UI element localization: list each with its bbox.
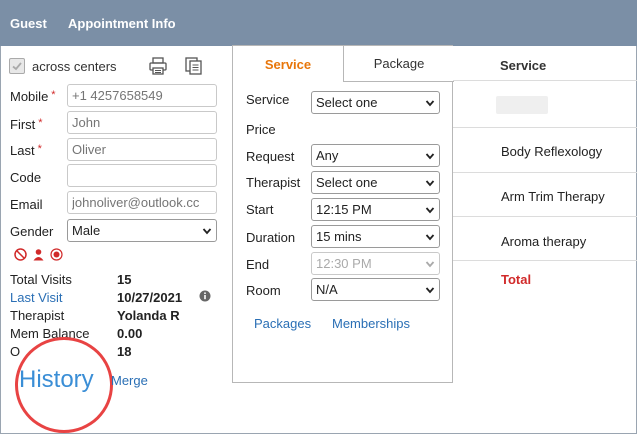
chevron-down-icon bbox=[425, 179, 435, 186]
total-visits-value: 15 bbox=[117, 272, 132, 287]
blurred-placeholder bbox=[496, 96, 548, 114]
other-label: O bbox=[10, 344, 21, 359]
service-select[interactable]: Select one bbox=[311, 91, 440, 114]
email-field[interactable] bbox=[67, 191, 217, 214]
total-visits-label: Total Visits bbox=[10, 272, 72, 287]
chevron-down-icon bbox=[425, 233, 435, 240]
mobile-label: Mobile * bbox=[10, 89, 56, 104]
email-label: Email bbox=[10, 197, 43, 212]
start-label: Start bbox=[246, 202, 274, 217]
divider bbox=[453, 216, 637, 217]
services-column-header: Service bbox=[500, 58, 547, 73]
tab-service[interactable]: Service bbox=[233, 46, 343, 82]
last-visit-link[interactable]: Last Visit bbox=[10, 290, 63, 305]
copy-icon[interactable] bbox=[184, 56, 204, 76]
gender-value: Male bbox=[72, 223, 101, 238]
divider bbox=[453, 172, 637, 173]
duration-select[interactable]: 15 mins bbox=[311, 225, 440, 248]
across-centers-option[interactable]: across centers bbox=[9, 58, 117, 74]
service-row[interactable]: Arm Trim Therapy bbox=[501, 189, 605, 204]
tab-package[interactable]: Package bbox=[343, 46, 454, 82]
last-visit-value: 10/27/2021 bbox=[117, 290, 183, 305]
chevron-down-icon bbox=[425, 206, 435, 213]
divider bbox=[453, 127, 637, 128]
request-select-value: Any bbox=[316, 148, 339, 163]
merge-link[interactable]: Merge bbox=[111, 373, 148, 388]
therapist-label: Therapist bbox=[10, 308, 65, 323]
duration-select-value: 15 mins bbox=[316, 229, 362, 244]
total-label: Total bbox=[501, 272, 532, 287]
other-value: 18 bbox=[117, 344, 132, 359]
code-field[interactable] bbox=[67, 164, 217, 187]
end-select-value: 12:30 PM bbox=[316, 256, 372, 271]
chevron-down-icon bbox=[425, 152, 435, 159]
chevron-down-icon bbox=[425, 286, 435, 293]
across-centers-checkbox[interactable] bbox=[9, 58, 25, 74]
therapist-select-value: Select one bbox=[316, 175, 378, 190]
end-label: End bbox=[246, 257, 270, 272]
top-tab-bar: Guest Appointment Info bbox=[0, 0, 637, 46]
no-entry-icon[interactable] bbox=[14, 248, 27, 261]
service-row[interactable]: Aroma therapy bbox=[501, 234, 586, 249]
therapist-select[interactable]: Select one bbox=[311, 171, 440, 194]
service-label: Service bbox=[246, 92, 290, 107]
last-name-label: Last * bbox=[10, 143, 42, 158]
service-row[interactable]: Body Reflexology bbox=[501, 144, 602, 159]
gender-label: Gender bbox=[10, 224, 54, 239]
person-icon[interactable] bbox=[32, 248, 45, 261]
duration-label: Duration bbox=[246, 230, 296, 245]
divider bbox=[453, 80, 637, 81]
service-popup: Service Package Service Select one Price… bbox=[232, 45, 454, 383]
start-select[interactable]: 12:15 PM bbox=[311, 198, 440, 221]
request-select[interactable]: Any bbox=[311, 144, 440, 167]
history-link[interactable]: History bbox=[19, 366, 94, 394]
checkmark-icon bbox=[12, 62, 22, 71]
service-select-value: Select one bbox=[316, 95, 378, 110]
first-name-field[interactable] bbox=[67, 111, 217, 134]
request-label: Request bbox=[246, 149, 295, 164]
packages-link[interactable]: Packages bbox=[254, 316, 311, 331]
first-name-label: First * bbox=[10, 117, 43, 132]
start-select-value: 12:15 PM bbox=[316, 202, 372, 217]
chevron-down-icon bbox=[425, 99, 435, 106]
across-centers-label: across centers bbox=[32, 58, 117, 74]
record-icon[interactable] bbox=[50, 248, 63, 261]
print-icon[interactable] bbox=[148, 56, 168, 76]
room-select[interactable]: N/A bbox=[311, 278, 440, 301]
chevron-down-icon bbox=[425, 260, 435, 267]
end-select: 12:30 PM bbox=[311, 252, 440, 275]
code-label: Code bbox=[10, 170, 42, 185]
mobile-field[interactable] bbox=[67, 84, 217, 107]
room-select-value: N/A bbox=[316, 282, 338, 297]
room-label: Room bbox=[246, 283, 281, 298]
info-icon[interactable] bbox=[199, 290, 211, 302]
therapist-value: Yolanda R bbox=[117, 308, 180, 323]
tab-guest[interactable]: Guest bbox=[10, 16, 47, 31]
divider bbox=[453, 260, 637, 261]
last-name-field[interactable] bbox=[67, 138, 217, 161]
gender-select[interactable]: Male bbox=[67, 219, 217, 242]
memberships-link[interactable]: Memberships bbox=[332, 316, 410, 331]
therapist-label: Therapist bbox=[246, 175, 301, 190]
price-label: Price bbox=[246, 122, 276, 137]
mem-balance-value: 0.00 bbox=[117, 326, 143, 341]
chevron-down-icon bbox=[202, 227, 212, 234]
tab-appointment-info[interactable]: Appointment Info bbox=[68, 16, 176, 31]
